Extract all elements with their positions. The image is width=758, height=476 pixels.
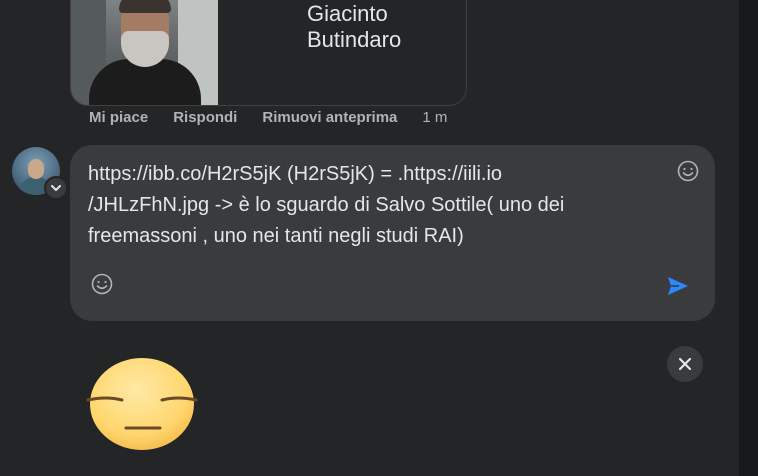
reply-link[interactable]: Rispondi [173, 109, 237, 126]
timestamp[interactable]: 1 m [422, 109, 447, 126]
link-preview-card[interactable]: Giacinto Butindaro [70, 0, 467, 106]
comment-actions: Mi piace Rispondi Rimuovi anteprima 1 m [89, 109, 447, 126]
expressionless-face-sticker[interactable] [86, 356, 198, 456]
comment-composer[interactable]: https://ibb.co/H2rS5jK (H2rS5jK) = .http… [70, 145, 715, 321]
remove-preview-link[interactable]: Rimuovi anteprima [262, 109, 397, 126]
smile-icon[interactable] [676, 159, 700, 183]
scrollbar-track[interactable] [739, 0, 758, 476]
sticker-smile-icon[interactable] [90, 272, 114, 296]
close-icon[interactable] [667, 346, 703, 382]
send-icon[interactable] [665, 273, 691, 299]
like-link[interactable]: Mi piace [89, 109, 148, 126]
preview-title: Giacinto Butindaro [307, 1, 402, 52]
preview-photo [71, 0, 218, 105]
chevron-down-icon[interactable] [44, 176, 68, 200]
comment-input[interactable]: https://ibb.co/H2rS5jK (H2rS5jK) = .http… [88, 159, 648, 252]
